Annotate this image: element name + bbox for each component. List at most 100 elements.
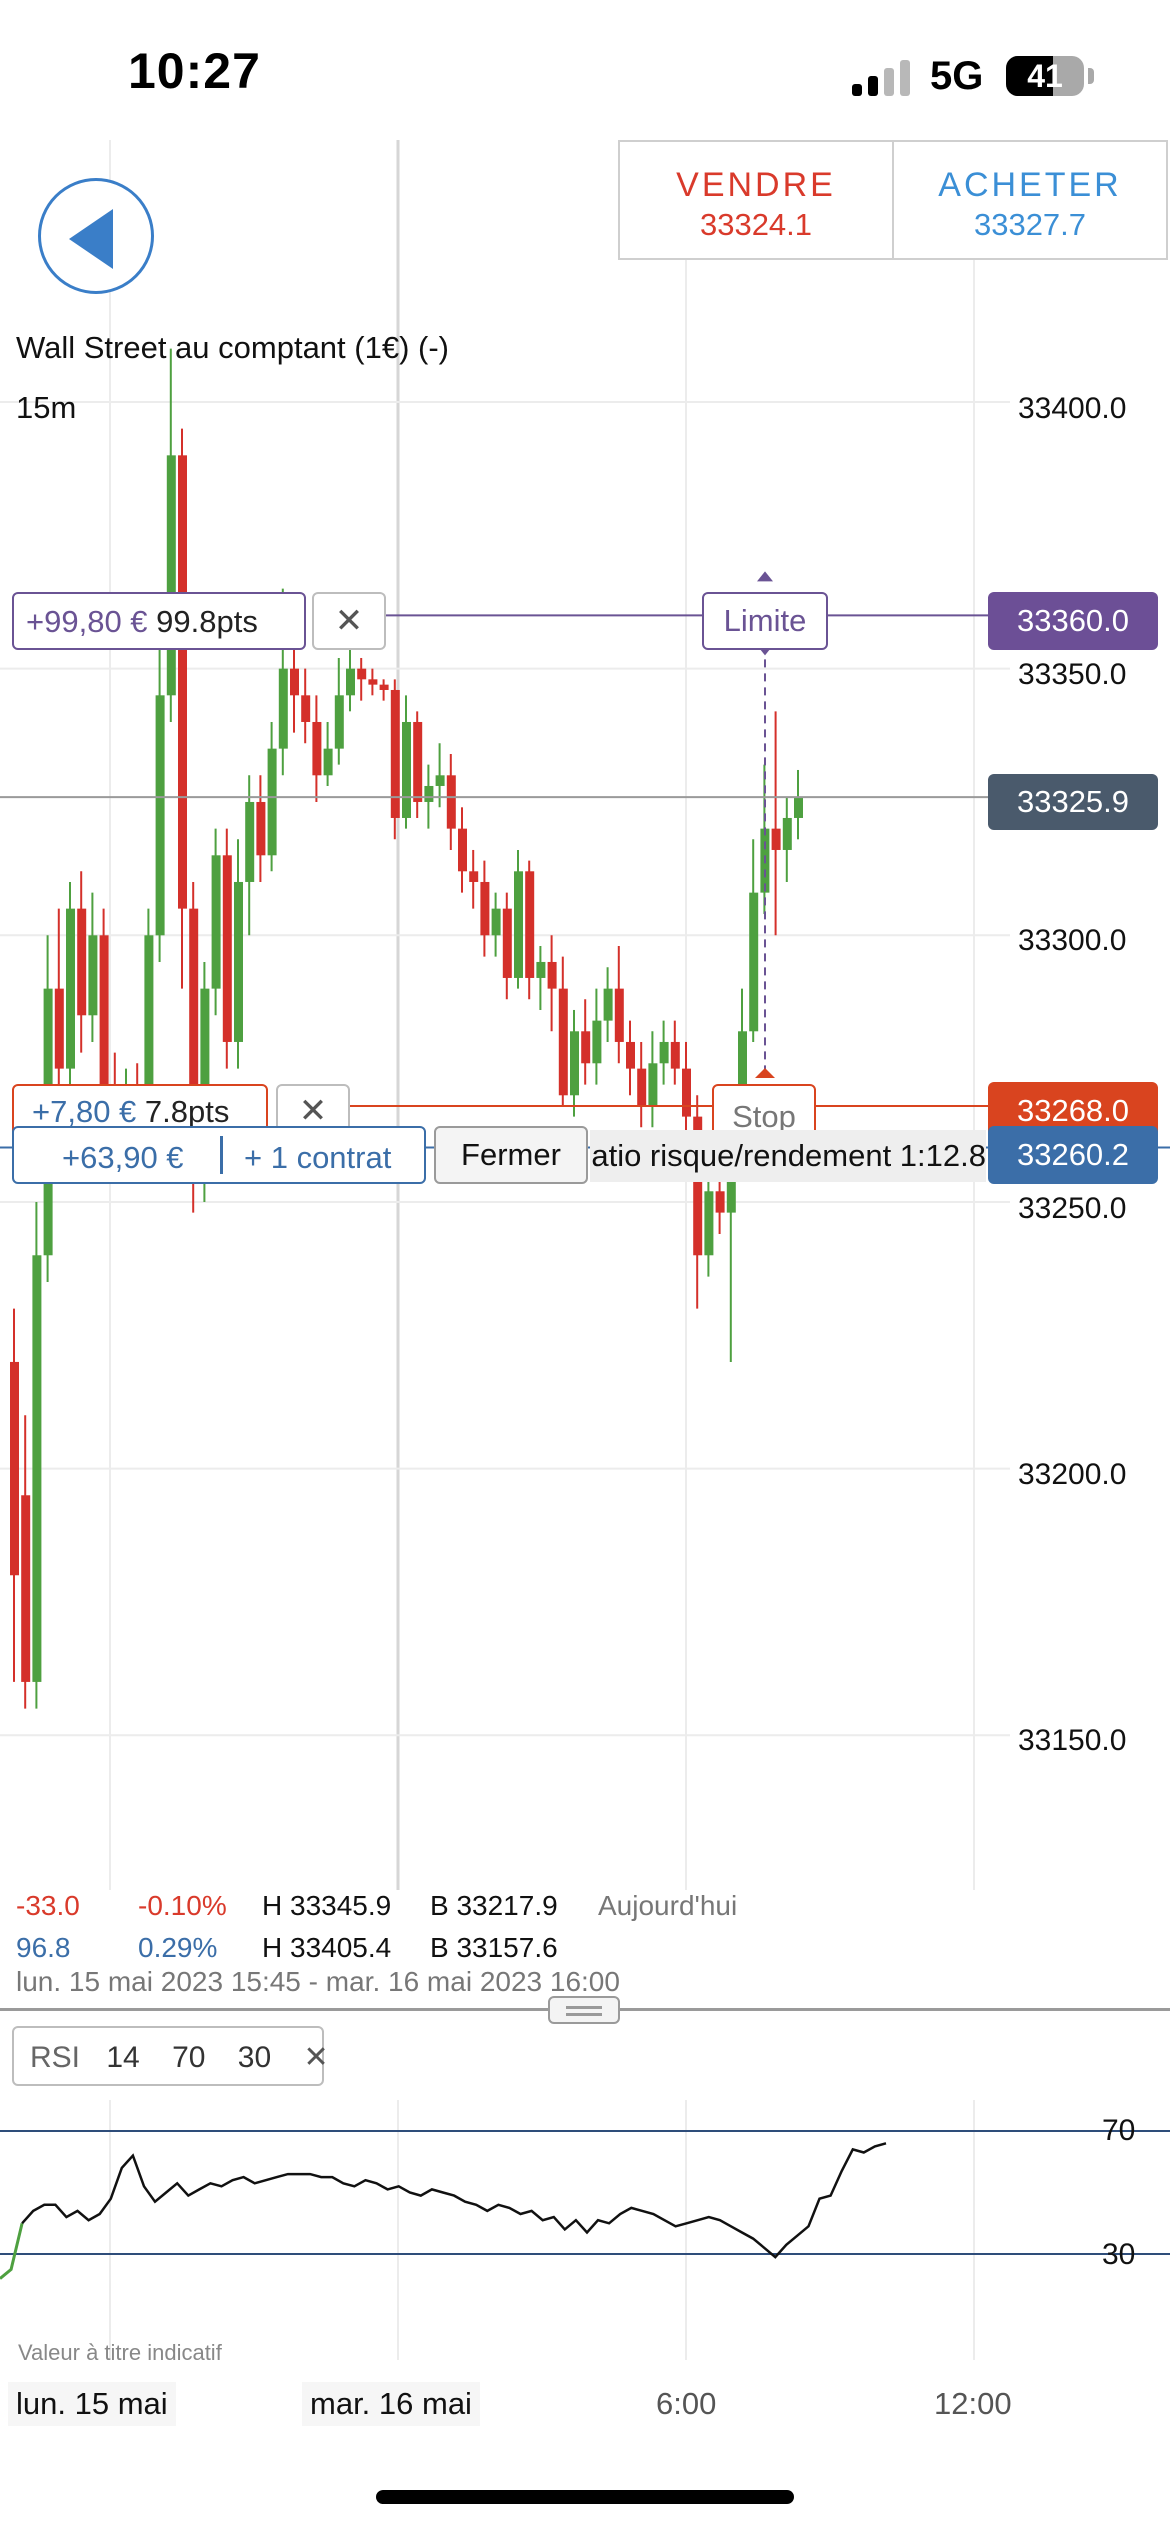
price-axis-label: 33200.0: [1018, 1458, 1127, 1491]
candle-body: [222, 855, 232, 1042]
sell-button[interactable]: VENDRE 33324.1: [618, 140, 894, 260]
candle-body: [155, 695, 165, 936]
candle-body: [312, 721, 322, 776]
candle-body: [782, 817, 792, 850]
candle-body: [458, 828, 467, 872]
candle-body: [626, 1041, 635, 1069]
price-axis-label: 33400.0: [1018, 392, 1127, 425]
candle-body: [715, 1191, 725, 1213]
candle-body: [446, 775, 456, 829]
candle-body: [413, 721, 423, 802]
price-axis-label: 33300.0: [1018, 924, 1127, 957]
close-icon: ✕: [298, 1092, 328, 1130]
position-pl: +63,90 €: [62, 1140, 184, 1175]
candle-body: [166, 455, 176, 696]
candle-body: [256, 801, 266, 856]
candle-body: [368, 679, 378, 685]
today-high: H 33345.9: [262, 1890, 392, 1921]
candle-body: [592, 1020, 602, 1064]
candle-body: [502, 908, 512, 978]
rsi-level-lower: 30: [1102, 2238, 1136, 2271]
limit-button[interactable]: Limite: [702, 592, 828, 650]
period-change: 96.8: [16, 1932, 71, 1963]
signal-icon: [852, 60, 914, 96]
rsi-level-upper: 70: [1102, 2114, 1136, 2147]
network-type: 5G: [930, 54, 984, 98]
candle-body: [581, 1031, 591, 1064]
limit-price-tag[interactable]: 33360.0: [988, 592, 1158, 650]
candle-body: [278, 668, 288, 749]
candle-body: [189, 908, 199, 1096]
candle-body: [346, 668, 355, 696]
candle-body: [648, 1063, 658, 1106]
today-low: B 33217.9: [430, 1890, 558, 1921]
time-axis-label: 6:00: [656, 2386, 717, 2421]
remove-limit-button[interactable]: ✕: [312, 592, 386, 650]
candle-body: [558, 988, 568, 1096]
rsi-upper: 70: [172, 2041, 206, 2074]
candle-body: [614, 988, 624, 1042]
candle-body: [200, 988, 210, 1096]
rsi-lower: 30: [237, 2041, 272, 2074]
candle-body: [290, 668, 299, 696]
position-price-tag: 33260.2: [988, 1126, 1158, 1184]
limit-profit-tag[interactable]: +99,80 € 99.8pts: [12, 592, 306, 650]
candle-body: [211, 855, 221, 989]
today-change-pct: -0.10%: [138, 1890, 227, 1921]
candle-body: [536, 961, 546, 978]
candle-body: [334, 695, 344, 749]
price-axis-label: 33150.0: [1018, 1724, 1127, 1757]
instrument-title: Wall Street au comptant (1€) (-): [16, 330, 449, 365]
stop-points: 7.8pts: [144, 1094, 230, 1129]
candle-body: [469, 871, 479, 882]
period-low: B 33157.6: [430, 1932, 558, 1963]
resize-handle[interactable]: [548, 1996, 620, 2024]
time-axis-label: lun. 15 mai: [8, 2382, 176, 2426]
candle-body: [32, 1255, 42, 1682]
stop-drag-arrow-icon: [755, 1067, 775, 1078]
candle-body: [670, 1041, 680, 1069]
time-axis-label: mar. 16 mai: [302, 2382, 480, 2426]
sell-price: 33324.1: [699, 207, 813, 242]
candle-body: [301, 695, 311, 722]
rsi-line: [21, 2142, 887, 2259]
price-axis-label: 33250.0: [1018, 1192, 1127, 1225]
close-position-button[interactable]: Fermer: [434, 1126, 588, 1184]
stop-money: +7,80 €: [32, 1094, 137, 1129]
candle-body: [480, 881, 490, 936]
price-chart[interactable]: [0, 140, 1170, 1890]
candle-body: [749, 892, 759, 1032]
candle-body: [771, 828, 781, 850]
candle-body: [21, 1495, 31, 1682]
candle-body: [570, 1031, 579, 1096]
candle-body: [525, 871, 535, 978]
battery-tip: [1088, 68, 1094, 84]
candle-body: [379, 684, 389, 690]
risk-reward-ratio: Ratio risque/rendement 1:12.8: [590, 1130, 986, 1182]
back-arrow-icon: [69, 209, 113, 269]
candle-body: [659, 1041, 669, 1064]
candle-body: [178, 455, 187, 909]
buy-button[interactable]: ACHETER 33327.7: [892, 140, 1168, 260]
close-icon: ✕: [334, 602, 364, 640]
candle-body: [682, 1068, 691, 1117]
candle-body: [54, 988, 64, 1069]
today-change: -33.0: [16, 1890, 80, 1921]
position-tag[interactable]: +63,90 € + 1 contrat: [12, 1126, 426, 1184]
back-button[interactable]: [38, 178, 154, 294]
position-separator: [220, 1136, 223, 1174]
buy-price: 33327.7: [973, 207, 1087, 242]
limit-profit-money: +99,80 €: [26, 604, 148, 639]
candle-body: [234, 881, 243, 1042]
rsi-indicator-chip[interactable]: RSI 14 70 30 ✕: [12, 2026, 329, 2086]
candle-body: [77, 908, 87, 1016]
position-contracts: + 1 contrat: [244, 1140, 392, 1175]
price-axis-label: 33350.0: [1018, 658, 1127, 691]
rsi-line-segment: [0, 2222, 24, 2280]
sell-label: VENDRE: [676, 166, 836, 204]
rsi-name: RSI: [30, 2041, 81, 2074]
timeframe-label[interactable]: 15m: [16, 390, 76, 426]
candle-body: [547, 961, 557, 989]
remove-indicator-icon[interactable]: ✕: [304, 2041, 329, 2074]
rsi-period: 14: [106, 2041, 140, 2074]
